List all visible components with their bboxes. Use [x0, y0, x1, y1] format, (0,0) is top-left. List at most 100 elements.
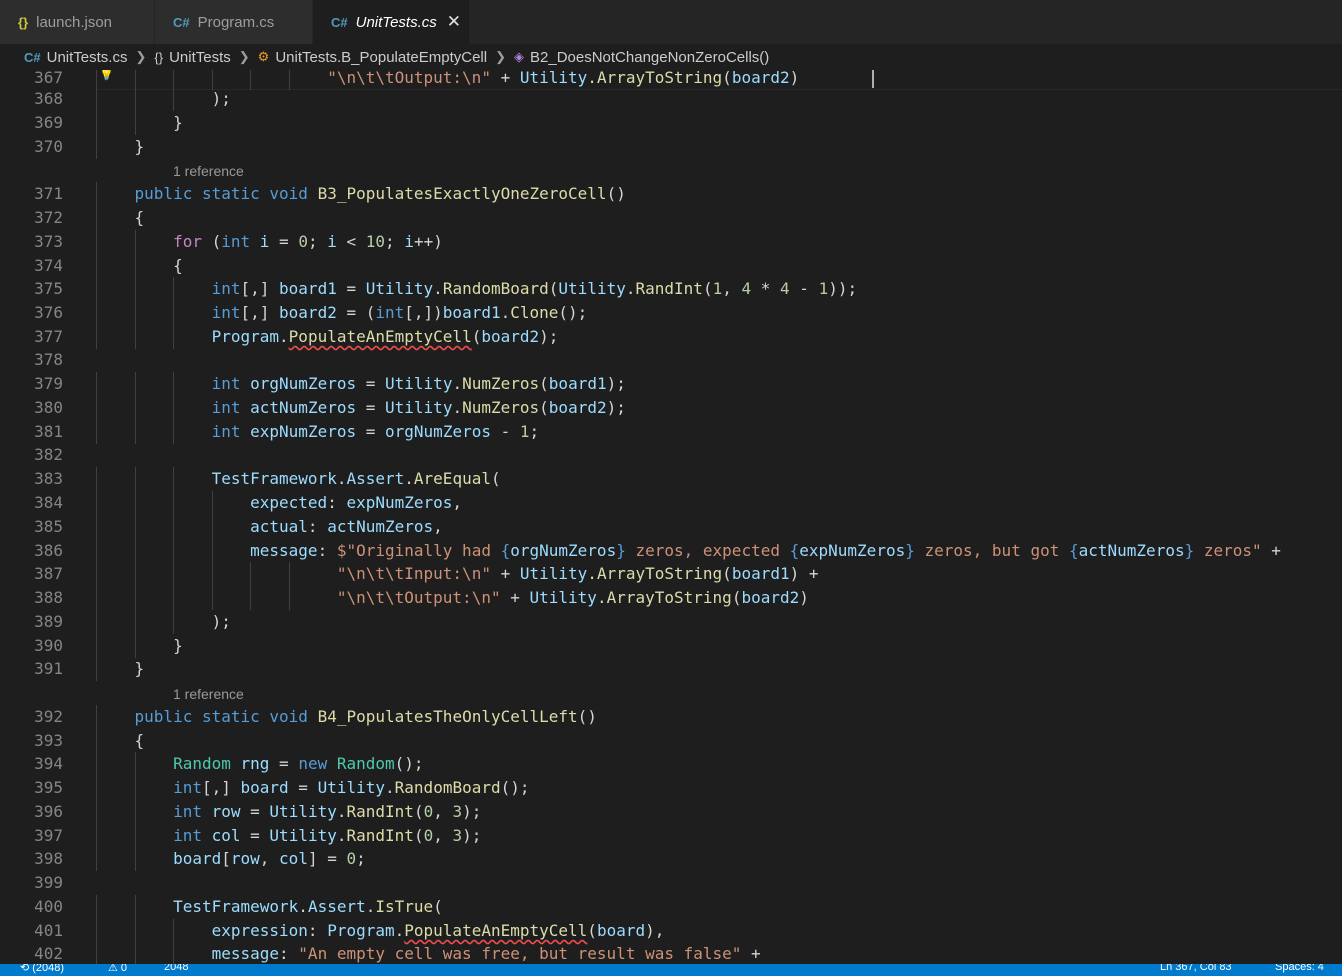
code-line[interactable]: 380 int actNumZeros = Utility.NumZeros(b… [0, 396, 1342, 420]
code-token: Utility [269, 826, 337, 845]
line-number: 385 [34, 517, 63, 536]
status-warnings[interactable]: ⚠ 0 [108, 964, 127, 974]
code-token: ); [606, 398, 626, 417]
code-line[interactable]: 392 public static void B4_PopulatesTheOn… [0, 705, 1342, 729]
code-token: . [336, 826, 347, 845]
code-line[interactable]: 398 board[row, col] = 0; [0, 847, 1342, 871]
code-token: ); [462, 802, 482, 821]
breadcrumb-namespace[interactable]: UnitTests [169, 49, 231, 66]
code-token: Utility [385, 398, 453, 417]
code-line[interactable]: 378 [0, 348, 1342, 372]
code-line[interactable]: 394 Random rng = new Random(); [0, 752, 1342, 776]
code-line[interactable]: 374 { [0, 254, 1342, 278]
code-token: = [269, 754, 299, 773]
code-line[interactable]: 397 int col = Utility.RandInt(0, 3); [0, 824, 1342, 848]
code-token: * [751, 279, 781, 298]
code-editor[interactable]: 367 "\n\t\tOutput:\n" + Utility.ArrayToS… [0, 70, 1342, 964]
code-text: TestFramework.Assert.IsTrue( [96, 895, 443, 919]
code-line[interactable]: 395 int[,] board = Utility.RandomBoard()… [0, 776, 1342, 800]
code-token: 10 [365, 232, 386, 251]
line-number: 374 [34, 256, 63, 275]
code-line[interactable]: 393 { [0, 729, 1342, 753]
line-number: 400 [34, 897, 63, 916]
code-line[interactable]: 387 "\n\t\tInput:\n" + Utility.ArrayToSt… [0, 562, 1342, 586]
code-token: row [211, 802, 241, 821]
code-line[interactable]: 373 for (int i = 0; i < 10; i++) [0, 230, 1342, 254]
lightbulb-icon[interactable]: 💡 [99, 70, 114, 82]
code-line[interactable]: 391 } [0, 657, 1342, 681]
code-line[interactable]: 381 int expNumZeros = orgNumZeros - 1; [0, 420, 1342, 444]
codelens-reference[interactable]: 1 reference [173, 684, 244, 704]
code-line[interactable]: 369 } [0, 111, 1342, 135]
code-token: Utility [529, 588, 597, 607]
code-token: Utility [519, 70, 588, 87]
code-token: - [789, 279, 819, 298]
code-line[interactable]: 376 int[,] board2 = (int[,])board1.Clone… [0, 301, 1342, 325]
code-line[interactable]: 399 [0, 871, 1342, 895]
status-sync[interactable]: ⟲ (2048) [20, 964, 64, 974]
code-line[interactable]: 383 TestFramework.Assert.AreEqual( [0, 467, 1342, 491]
code-token: TestFramework [173, 897, 299, 916]
code-text: message: $"Originally had {orgNumZeros} … [96, 539, 1281, 563]
code-line[interactable]: 368 ); [0, 87, 1342, 111]
code-token: , [433, 802, 453, 821]
line-number: 390 [34, 636, 63, 655]
code-line[interactable]: 385 actual: actNumZeros, [0, 515, 1342, 539]
code-line[interactable]: 377 Program.PopulateAnEmptyCell(board2); [0, 325, 1342, 349]
status-branch[interactable]: 2048 [164, 964, 188, 973]
code-token: ; [385, 232, 405, 251]
breadcrumb-method[interactable]: B2_DoesNotChangeNonZeroCells() [530, 49, 769, 66]
code-token: actual [250, 517, 308, 536]
code-token: for [173, 232, 202, 251]
code-line[interactable]: 370 } [0, 135, 1342, 159]
breadcrumb-file[interactable]: UnitTests.cs [47, 49, 128, 66]
code-text: int expNumZeros = orgNumZeros - 1; [96, 420, 540, 444]
code-line[interactable]: 379 int orgNumZeros = Utility.NumZeros(b… [0, 372, 1342, 396]
code-line[interactable]: 375 int[,] board1 = Utility.RandomBoard(… [0, 277, 1342, 301]
code-text: actual: actNumZeros, [96, 515, 443, 539]
code-token: board1 [279, 279, 337, 298]
code-text: } [96, 135, 145, 159]
code-token: int [221, 232, 251, 251]
tab-launch-json[interactable]: {} launch.json [0, 0, 155, 44]
tab-label: launch.json [36, 13, 113, 31]
code-token: (); [394, 754, 424, 773]
csharp-icon: C# [173, 14, 190, 30]
code-line[interactable]: 401 expression: Program.PopulateAnEmptyC… [0, 919, 1342, 943]
code-line[interactable]: 371 public static void B3_PopulatesExact… [0, 182, 1342, 206]
code-line[interactable]: 400 TestFramework.Assert.IsTrue( [0, 895, 1342, 919]
code-text: ); [96, 610, 231, 634]
code-line[interactable]: 396 int row = Utility.RandInt(0, 3); [0, 800, 1342, 824]
code-token: 0 [298, 232, 308, 251]
status-cursor-position[interactable]: Ln 367, Col 83 [1160, 964, 1232, 973]
code-line[interactable]: 402 message: "An empty cell was free, bu… [0, 942, 1342, 964]
code-token: board [240, 778, 289, 797]
breadcrumb-class[interactable]: UnitTests.B_PopulateEmptyCell [275, 49, 487, 66]
code-token: RandInt [346, 802, 414, 821]
code-token: . [365, 897, 376, 916]
code-token: IsTrue [375, 897, 434, 916]
code-token: i [327, 232, 337, 251]
code-line[interactable]: 386 message: $"Originally had {orgNumZer… [0, 539, 1342, 563]
code-line[interactable]: 389 ); [0, 610, 1342, 634]
code-token: (); [500, 778, 530, 797]
line-number: 386 [34, 541, 63, 560]
code-line[interactable]: 388 "\n\t\tOutput:\n" + Utility.ArrayToS… [0, 586, 1342, 610]
code-token: ] = [307, 849, 347, 868]
tab-program-cs[interactable]: C# Program.cs [155, 0, 313, 44]
close-icon[interactable]: ✕ [447, 12, 461, 32]
code-line[interactable]: 390 } [0, 634, 1342, 658]
code-line[interactable]: 382 [0, 443, 1342, 467]
tab-unittests-cs[interactable]: C# UnitTests.cs ✕ [313, 0, 470, 44]
codelens-reference[interactable]: 1 reference [173, 161, 244, 181]
code-text: Program.PopulateAnEmptyCell(board2); [96, 325, 559, 349]
code-line[interactable]: 372 { [0, 206, 1342, 230]
code-line[interactable]: 384 expected: expNumZeros, [0, 491, 1342, 515]
tab-label: UnitTests.cs [355, 13, 437, 31]
status-indentation[interactable]: Spaces: 4 [1275, 964, 1324, 973]
code-text: expected: expNumZeros, [96, 491, 462, 515]
code-text: } [96, 634, 183, 658]
chevron-right-icon: ❯ [135, 49, 147, 64]
